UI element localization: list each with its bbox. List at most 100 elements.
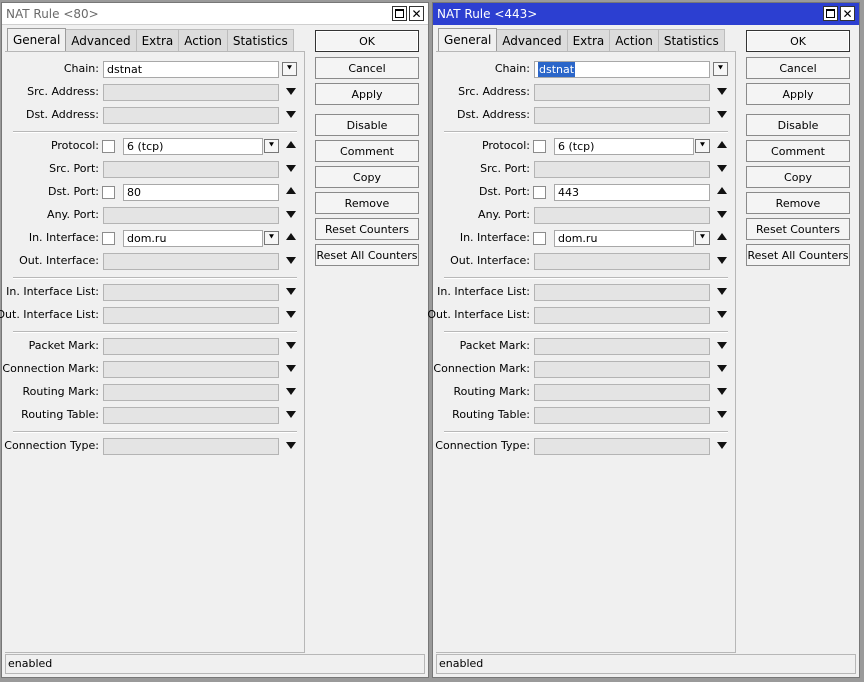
connection-type-field[interactable] [103,438,279,455]
tab-advanced[interactable]: Advanced [65,29,137,51]
apply-button[interactable]: Apply [315,83,419,105]
cancel-button[interactable]: Cancel [746,57,850,79]
any-port-field[interactable] [534,207,710,224]
connection-type-expand-icon[interactable] [286,442,296,449]
remove-button[interactable]: Remove [746,192,850,214]
routing-mark-field[interactable] [103,384,279,401]
routing-table-expand-icon[interactable] [717,411,727,418]
routing-mark-expand-icon[interactable] [286,388,296,395]
tab-extra[interactable]: Extra [135,29,180,51]
protocol-dropdown-icon[interactable]: ⯆ [695,139,710,153]
tab-general[interactable]: General [438,28,498,51]
chain-dropdown-icon[interactable]: ⯆ [282,62,297,76]
close-icon[interactable]: ✕ [409,6,424,21]
chain-field[interactable]: dstnat [534,61,710,78]
out-interface-field[interactable] [534,253,710,270]
packet-mark-expand-icon[interactable] [286,342,296,349]
protocol-collapse-icon[interactable] [717,141,727,148]
src-port-expand-icon[interactable] [717,165,727,172]
ok-button[interactable]: OK [746,30,850,52]
dst-port-field[interactable]: 80 [123,184,279,201]
remove-button[interactable]: Remove [315,192,419,214]
tab-advanced[interactable]: Advanced [496,29,568,51]
comment-button[interactable]: Comment [315,140,419,162]
reset-counters-button[interactable]: Reset Counters [315,218,419,240]
routing-mark-field[interactable] [534,384,710,401]
dst-address-expand-icon[interactable] [717,111,727,118]
src-address-expand-icon[interactable] [717,88,727,95]
in-interface-collapse-icon[interactable] [286,233,296,240]
protocol-collapse-icon[interactable] [286,141,296,148]
tab-action[interactable]: Action [178,29,228,51]
packet-mark-field[interactable] [103,338,279,355]
tab-action[interactable]: Action [609,29,659,51]
tab-general[interactable]: General [7,28,67,51]
src-address-expand-icon[interactable] [286,88,296,95]
disable-button[interactable]: Disable [746,114,850,136]
connection-type-expand-icon[interactable] [717,442,727,449]
any-port-field[interactable] [103,207,279,224]
dst-address-field[interactable] [103,107,279,124]
out-interface-expand-icon[interactable] [717,257,727,264]
routing-mark-expand-icon[interactable] [717,388,727,395]
any-port-expand-icon[interactable] [717,211,727,218]
protocol-field[interactable]: 6 (tcp) [554,138,694,155]
routing-table-expand-icon[interactable] [286,411,296,418]
out-interface-expand-icon[interactable] [286,257,296,264]
close-icon[interactable]: ✕ [840,6,855,21]
in-interface-collapse-icon[interactable] [717,233,727,240]
in-interface-negate-checkbox[interactable] [533,232,546,245]
connection-mark-field[interactable] [103,361,279,378]
packet-mark-field[interactable] [534,338,710,355]
disable-button[interactable]: Disable [315,114,419,136]
src-port-field[interactable] [534,161,710,178]
routing-table-field[interactable] [534,407,710,424]
connection-mark-expand-icon[interactable] [717,365,727,372]
comment-button[interactable]: Comment [746,140,850,162]
dst-port-negate-checkbox[interactable] [102,186,115,199]
copy-button[interactable]: Copy [315,166,419,188]
ok-button[interactable]: OK [315,30,419,52]
chain-field[interactable]: dstnat [103,61,279,78]
out-interface-field[interactable] [103,253,279,270]
dst-port-negate-checkbox[interactable] [533,186,546,199]
in-interface-dropdown-icon[interactable]: ⯆ [695,231,710,245]
out-interface-list-expand-icon[interactable] [286,311,296,318]
dst-address-expand-icon[interactable] [286,111,296,118]
maximize-icon[interactable] [392,6,407,21]
protocol-negate-checkbox[interactable] [102,140,115,153]
src-port-expand-icon[interactable] [286,165,296,172]
dst-address-field[interactable] [534,107,710,124]
protocol-dropdown-icon[interactable]: ⯆ [264,139,279,153]
in-interface-negate-checkbox[interactable] [102,232,115,245]
tab-extra[interactable]: Extra [566,29,611,51]
src-port-field[interactable] [103,161,279,178]
dst-port-collapse-icon[interactable] [286,187,296,194]
connection-mark-expand-icon[interactable] [286,365,296,372]
in-interface-list-field[interactable] [103,284,279,301]
in-interface-field[interactable]: dom.ru [554,230,694,247]
out-interface-list-field[interactable] [534,307,710,324]
reset-all-counters-button[interactable]: Reset All Counters [315,244,419,266]
reset-all-counters-button[interactable]: Reset All Counters [746,244,850,266]
connection-type-field[interactable] [534,438,710,455]
copy-button[interactable]: Copy [746,166,850,188]
src-address-field[interactable] [103,84,279,101]
chain-dropdown-icon[interactable]: ⯆ [713,62,728,76]
window-titlebar[interactable]: NAT Rule <443> ✕ [433,3,859,25]
apply-button[interactable]: Apply [746,83,850,105]
tab-statistics[interactable]: Statistics [226,29,294,51]
in-interface-list-expand-icon[interactable] [286,288,296,295]
routing-table-field[interactable] [103,407,279,424]
packet-mark-expand-icon[interactable] [717,342,727,349]
protocol-field[interactable]: 6 (tcp) [123,138,263,155]
in-interface-field[interactable]: dom.ru [123,230,263,247]
maximize-icon[interactable] [823,6,838,21]
out-interface-list-expand-icon[interactable] [717,311,727,318]
in-interface-dropdown-icon[interactable]: ⯆ [264,231,279,245]
tab-statistics[interactable]: Statistics [657,29,725,51]
in-interface-list-expand-icon[interactable] [717,288,727,295]
src-address-field[interactable] [534,84,710,101]
cancel-button[interactable]: Cancel [315,57,419,79]
out-interface-list-field[interactable] [103,307,279,324]
